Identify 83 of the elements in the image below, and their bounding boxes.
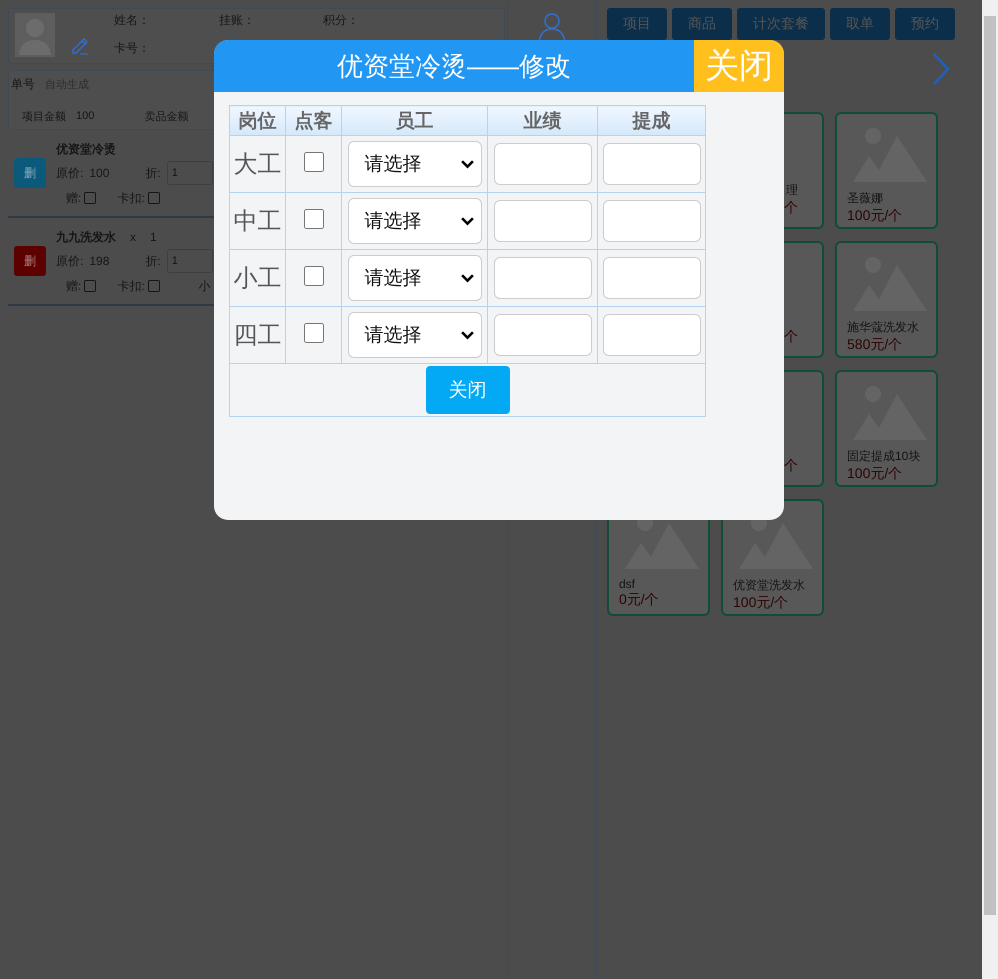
product-name: 固定提成10块 — [847, 448, 922, 465]
avatar-icon — [15, 13, 55, 57]
scrollbar[interactable] — [982, 0, 998, 979]
performance-field[interactable] — [494, 143, 592, 185]
gift-checkbox[interactable] — [84, 280, 96, 292]
product-name: 施华蔻洗发水 — [847, 319, 920, 336]
category-tab[interactable]: 预约 — [895, 8, 955, 40]
position-cell: 中工 — [230, 192, 286, 250]
card-deduct-checkbox[interactable] — [148, 280, 160, 292]
product-card[interactable]: 圣薇娜 100元/个 — [835, 112, 938, 229]
amount-label: 项目金额 — [22, 110, 66, 124]
product-price: 个 — [784, 457, 798, 475]
employee-select[interactable]: 请选择 — [348, 141, 482, 187]
gift-label: 赠: — [66, 278, 82, 294]
discount-label: 折: — [145, 252, 161, 270]
employee-select[interactable]: 请选择 — [348, 198, 482, 244]
checkbox[interactable] — [304, 266, 324, 286]
product-price: 100元/个 — [847, 465, 904, 483]
category-tab[interactable]: 项目 — [607, 8, 667, 40]
chevron-down-icon — [460, 160, 474, 168]
close-button[interactable]: 关闭 — [426, 366, 510, 414]
commission-field[interactable] — [602, 200, 700, 242]
chevron-right-icon[interactable] — [932, 52, 950, 86]
position-cell: 四工 — [230, 306, 286, 364]
gift-checkbox[interactable] — [84, 192, 96, 204]
column-header: 岗位 — [230, 106, 286, 136]
product-price: 0元/个 — [619, 591, 660, 609]
performance-field[interactable] — [494, 200, 592, 242]
product-price: 个 — [784, 328, 798, 346]
delete-button[interactable]: 删 — [14, 246, 46, 276]
card-deduct-checkbox[interactable] — [148, 192, 160, 204]
column-header: 业绩 — [488, 106, 598, 136]
quantity-sign: x — [130, 230, 136, 244]
chevron-down-icon — [460, 330, 474, 340]
product-price: 个 — [784, 199, 798, 217]
product-price: 100元/个 — [733, 594, 790, 612]
amount-value: 100 — [76, 110, 94, 122]
product-name: dsf — [619, 577, 636, 591]
column-header: 提成 — [598, 106, 706, 136]
price-value: 100 — [89, 166, 110, 180]
amount-label: 卖品金额 — [144, 110, 188, 124]
chevron-down-icon — [460, 274, 474, 282]
item-label: 小 — [198, 278, 211, 294]
checkbox[interactable] — [304, 152, 324, 172]
category-tab[interactable]: 计次套餐 — [737, 8, 825, 40]
product-price: 580元/个 — [847, 336, 904, 354]
product-name: 圣薇娜 — [847, 190, 884, 207]
performance-field[interactable] — [494, 314, 592, 356]
product-price: 100元/个 — [847, 207, 904, 225]
product-card[interactable]: 施华蔻洗发水 580元/个 — [835, 241, 938, 358]
card-number-label: 卡号： — [114, 40, 150, 57]
commission-field[interactable] — [602, 257, 700, 299]
position-cell: 大工 — [230, 136, 286, 192]
product-name: 理 — [786, 182, 798, 199]
column-header: 员工 — [342, 106, 488, 136]
close-button[interactable]: 关闭 — [694, 40, 784, 92]
discount-field[interactable]: 1 — [166, 161, 213, 185]
delete-button[interactable]: 删 — [14, 158, 46, 188]
employee-select[interactable]: 请选择 — [348, 255, 482, 301]
performance-field[interactable] — [494, 257, 592, 299]
points-label: 积分： — [323, 12, 359, 29]
credit-label: 挂账： — [219, 12, 255, 29]
name-label: 姓名： — [114, 12, 150, 29]
product-card[interactable]: 固定提成10块 100元/个 — [835, 370, 938, 487]
price-value: 198 — [89, 254, 110, 268]
quantity-value: 1 — [150, 230, 157, 244]
gift-label: 赠: — [66, 190, 82, 206]
dialog-title: 优资堂冷烫——修改 — [336, 50, 572, 83]
checkbox[interactable] — [304, 208, 324, 228]
discount-label: 折: — [145, 164, 161, 182]
discount-field[interactable]: 1 — [166, 249, 213, 273]
category-tab[interactable]: 取单 — [830, 8, 890, 40]
column-header: 点客 — [286, 106, 342, 136]
commission-field[interactable] — [602, 143, 700, 185]
chevron-down-icon — [460, 216, 474, 226]
employee-select[interactable]: 请选择 — [348, 312, 482, 358]
user-icon[interactable] — [537, 12, 567, 42]
order-number-label: 单号 — [11, 76, 35, 92]
category-tab[interactable]: 商品 — [672, 8, 732, 40]
product-name: 优资堂洗发水 — [733, 577, 806, 594]
checkbox[interactable] — [304, 322, 324, 342]
position-cell: 小工 — [230, 250, 286, 306]
commission-field[interactable] — [602, 314, 700, 356]
